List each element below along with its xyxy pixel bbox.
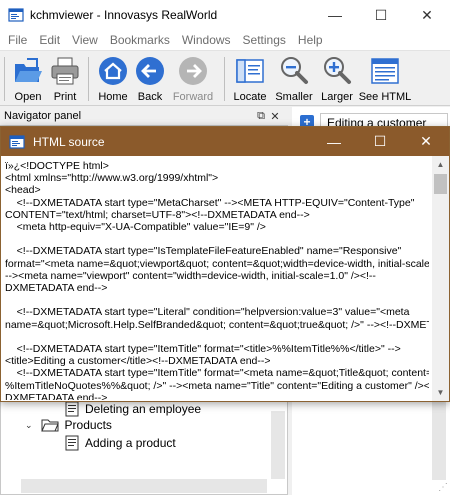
source-line: --><meta name="viewport" content="width=… [5, 269, 376, 282]
toolbar-separator [88, 57, 89, 101]
source-line: <!--DXMETADATA start type="MetaCharset" … [5, 196, 415, 209]
menu-view[interactable]: View [66, 30, 104, 50]
source-view[interactable]: ï»¿<!DOCTYPE html> <html xmlns="http://ww… [1, 156, 449, 401]
source-line: <head> [5, 184, 41, 197]
document-icon [65, 435, 79, 451]
scroll-thumb[interactable] [434, 174, 447, 194]
menu-settings[interactable]: Settings [237, 30, 292, 50]
scroll-down-icon[interactable]: ▼ [432, 384, 449, 401]
source-line: <!--DXMETADATA start type="ItemTitle" fo… [5, 343, 401, 356]
scroll-up-icon[interactable]: ▲ [432, 156, 449, 173]
source-line: %ItemTitleNoQuotes%%&quot; />" --><meta … [5, 379, 429, 392]
menu-edit[interactable]: Edit [33, 30, 66, 50]
horizontal-scrollbar[interactable] [21, 479, 267, 493]
see-html-button[interactable]: See HTML [358, 53, 412, 105]
main-titlebar: kchmviewer - Innovasys RealWorld — ☐ ✕ [0, 0, 450, 30]
navigator-panel-header: Navigator panel ⧉ ✕ [0, 107, 282, 125]
forward-button[interactable]: Forward [171, 53, 215, 105]
window-title: kchmviewer - Innovasys RealWorld [30, 8, 218, 22]
navigator-panel-title: Navigator panel [4, 110, 82, 122]
source-line: <!--DXMETADATA start type="ItemTitle" fo… [5, 367, 429, 380]
source-line: <html xmlns="http://www.w3.org/1999/xhtm… [5, 172, 219, 185]
tree-item-label: Deleting an employee [85, 402, 202, 416]
tree-folder[interactable]: ⌄ Products [25, 418, 112, 432]
see-html-label: See HTML [358, 91, 412, 103]
zoom-in-icon [324, 57, 351, 84]
app-icon [8, 8, 24, 22]
smaller-button[interactable]: Smaller [274, 53, 314, 105]
locate-label: Locate [233, 91, 267, 103]
vertical-scrollbar[interactable] [271, 411, 285, 479]
larger-label: Larger [321, 91, 353, 103]
dialog-title: HTML source [33, 134, 105, 149]
resize-grip-icon[interactable]: ⋰ [438, 482, 448, 493]
document-icon [65, 401, 79, 417]
smaller-label: Smaller [275, 91, 313, 103]
dialog-minimize-button[interactable]: — [311, 127, 357, 156]
home-icon [99, 57, 127, 85]
html-source-dialog: HTML source — ☐ ✕ ï»¿<!DOCTYPE html> <htm… [0, 126, 450, 402]
menu-file[interactable]: File [2, 30, 33, 50]
source-line: <!--DXMETADATA start type="IsTemplateFil… [5, 245, 402, 258]
toolbar-separator [224, 57, 225, 101]
source-line [5, 233, 429, 245]
source-line [5, 294, 429, 306]
folder-open-icon [15, 58, 42, 82]
menu-bookmarks[interactable]: Bookmarks [104, 30, 176, 50]
print-label: Print [53, 91, 77, 103]
dialog-titlebar: HTML source — ☐ ✕ [1, 127, 449, 156]
source-line: format="<meta name=&quot;viewport&quot; … [5, 257, 429, 270]
source-scrollbar[interactable]: ▲ ▼ [432, 156, 449, 401]
source-line: CONTENT="text/html; charset=UTF-8"><!--D… [5, 208, 310, 221]
home-label: Home [98, 91, 128, 103]
folder-icon [40, 419, 59, 432]
collapse-chevron-icon[interactable]: ⌄ [25, 420, 33, 431]
toolbar-separator [4, 57, 5, 101]
locate-button[interactable]: Locate [232, 53, 268, 105]
source-line: <!--DXMETADATA start type="Literal" cond… [5, 306, 410, 319]
locate-icon [236, 59, 264, 83]
larger-button[interactable]: Larger [318, 53, 356, 105]
printer-icon [51, 57, 79, 85]
source-line: DXMETADATA end--> [5, 282, 108, 295]
forward-arrow-icon [179, 57, 207, 85]
source-line: <title>Editing a customer</title><!--DXM… [5, 355, 271, 368]
source-line: <meta http-equiv="X-UA-Compatible" value… [5, 221, 266, 234]
source-text: ï»¿<!DOCTYPE html> <html xmlns="http://ww… [5, 160, 429, 400]
home-button[interactable]: Home [95, 53, 131, 105]
menu-help[interactable]: Help [292, 30, 329, 50]
source-line [5, 331, 429, 343]
tree-item-label: Adding a product [85, 436, 176, 450]
back-button[interactable]: Back [134, 53, 166, 105]
back-arrow-icon [136, 57, 164, 85]
tree-item[interactable]: Deleting an employee [65, 401, 201, 417]
open-button[interactable]: Open [10, 53, 46, 105]
html-view-icon [371, 58, 399, 84]
forward-label: Forward [172, 91, 214, 103]
dialog-app-icon [9, 134, 25, 149]
source-line: ï»¿<!DOCTYPE html> [5, 160, 109, 172]
print-button[interactable]: Print [48, 53, 82, 105]
minimize-button[interactable]: — [312, 0, 358, 30]
float-panel-icon[interactable]: ⧉ [254, 110, 268, 123]
toolbar: Open Print Home Back Forward Locate Smal… [0, 50, 450, 106]
close-button[interactable]: ✕ [404, 0, 450, 30]
dialog-maximize-button[interactable]: ☐ [357, 127, 403, 156]
tree-folder-label: Products [64, 418, 112, 432]
menu-bar: File Edit View Bookmarks Windows Setting… [0, 30, 450, 50]
content-vertical-scrollbar[interactable] [432, 402, 446, 480]
source-line: name=&quot;Microsoft.Help.SelfBranded&qu… [5, 318, 429, 331]
source-line: DXMETADATA end--> [5, 391, 108, 400]
tree-item[interactable]: Adding a product [65, 435, 176, 451]
close-panel-icon[interactable]: ✕ [268, 110, 282, 123]
back-label: Back [137, 91, 163, 103]
zoom-out-icon [281, 57, 308, 84]
open-label: Open [14, 91, 42, 103]
menu-windows[interactable]: Windows [176, 30, 237, 50]
maximize-button[interactable]: ☐ [358, 0, 404, 30]
dialog-close-button[interactable]: ✕ [403, 127, 449, 156]
